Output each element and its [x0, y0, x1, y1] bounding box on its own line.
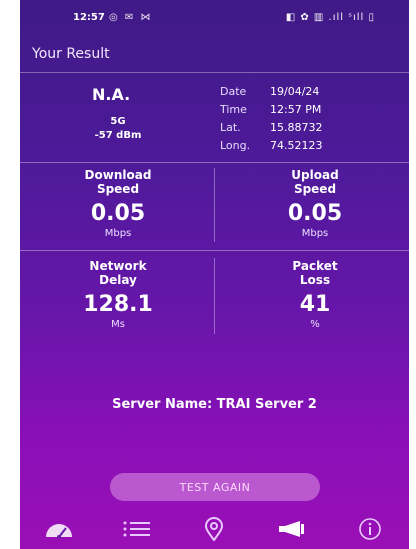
network-delay-metric: Network Delay 128.1 Ms: [38, 259, 198, 330]
metric-divider: [214, 258, 215, 334]
megaphone-icon[interactable]: [274, 515, 310, 543]
detail-value: 12:57 PM: [270, 103, 322, 116]
metric-label: Upload Speed: [235, 168, 395, 196]
list-icon[interactable]: [119, 515, 155, 543]
detail-key: Time: [220, 103, 247, 116]
metric-label-line: Network: [89, 259, 147, 273]
status-bar: 12:57 ◎ ✉ ⋈ ◧ ✿ ▥ .ıll ˢıll ▯: [20, 0, 409, 36]
upload-speed-metric: Upload Speed 0.05 Mbps: [235, 168, 395, 239]
status-time: 12:57: [73, 12, 105, 23]
speed-divider: [20, 250, 409, 251]
detail-key: Lat.: [220, 121, 241, 134]
metric-label: Download Speed: [38, 168, 198, 196]
download-speed-metric: Download Speed 0.05 Mbps: [38, 168, 198, 239]
upload-speed-value: 0.05: [287, 201, 343, 226]
download-speed-value: 0.05: [90, 201, 146, 226]
metric-label-line: Speed: [96, 182, 140, 196]
status-left-icons: ◎ ✉ ⋈: [109, 12, 153, 23]
location-pin-icon[interactable]: [196, 515, 232, 543]
operator-name: N.A.: [92, 85, 131, 104]
metric-label-line: Upload: [291, 168, 339, 182]
detail-value: 15.88732: [270, 121, 323, 134]
detail-row: Lat. 15.88732: [220, 119, 323, 137]
speedometer-icon[interactable]: [41, 515, 77, 543]
upload-speed-unit: Mbps: [301, 228, 329, 239]
metric-label-line: Download: [84, 168, 152, 182]
network-delay-unit: Ms: [111, 319, 125, 330]
metric-label-line: Packet: [292, 259, 338, 273]
server-name: Server Name: TRAI Server 2: [112, 397, 317, 412]
metric-label-line: Speed: [293, 182, 337, 196]
packet-loss-unit: %: [310, 319, 320, 330]
page-title: Your Result: [32, 46, 110, 62]
network-info: 5G -57 dBm: [92, 115, 144, 143]
metric-label: Packet Loss: [235, 259, 395, 287]
packet-loss-metric: Packet Loss 41 %: [235, 259, 395, 330]
detail-row: Time 12:57 PM: [220, 101, 323, 119]
detail-value: 74.52123: [270, 139, 323, 152]
details-list: Date 19/04/24 Time 12:57 PM Lat. 15.8873…: [220, 83, 323, 155]
app-screen: 12:57 ◎ ✉ ⋈ ◧ ✿ ▥ .ıll ˢıll ▯ Your Resul…: [20, 0, 409, 549]
info-icon[interactable]: [352, 515, 388, 543]
packet-loss-value: 41: [299, 292, 331, 317]
title-divider: [20, 72, 409, 73]
metric-divider: [214, 168, 215, 242]
download-speed-unit: Mbps: [104, 228, 132, 239]
metric-label-line: Loss: [299, 273, 331, 287]
metric-label: Network Delay: [38, 259, 198, 287]
signal-strength: -57 dBm: [94, 130, 142, 141]
bottom-nav: [20, 509, 409, 549]
detail-value: 19/04/24: [270, 85, 320, 98]
metric-label-line: Delay: [99, 273, 137, 287]
network-delay-value: 128.1: [83, 292, 153, 317]
test-again-button[interactable]: TEST AGAIN: [110, 473, 320, 501]
detail-row: Date 19/04/24: [220, 83, 323, 101]
status-right-icons: ◧ ✿ ▥ .ıll ˢıll ▯: [285, 12, 375, 23]
detail-row: Long. 74.52123: [220, 137, 323, 155]
detail-key: Date: [220, 85, 247, 98]
summary-divider: [20, 162, 409, 163]
network-type: 5G: [110, 116, 126, 127]
result-summary: N.A. 5G -57 dBm Date 19/04/24 Time 12:57…: [20, 75, 409, 165]
detail-key: Long.: [220, 139, 251, 152]
